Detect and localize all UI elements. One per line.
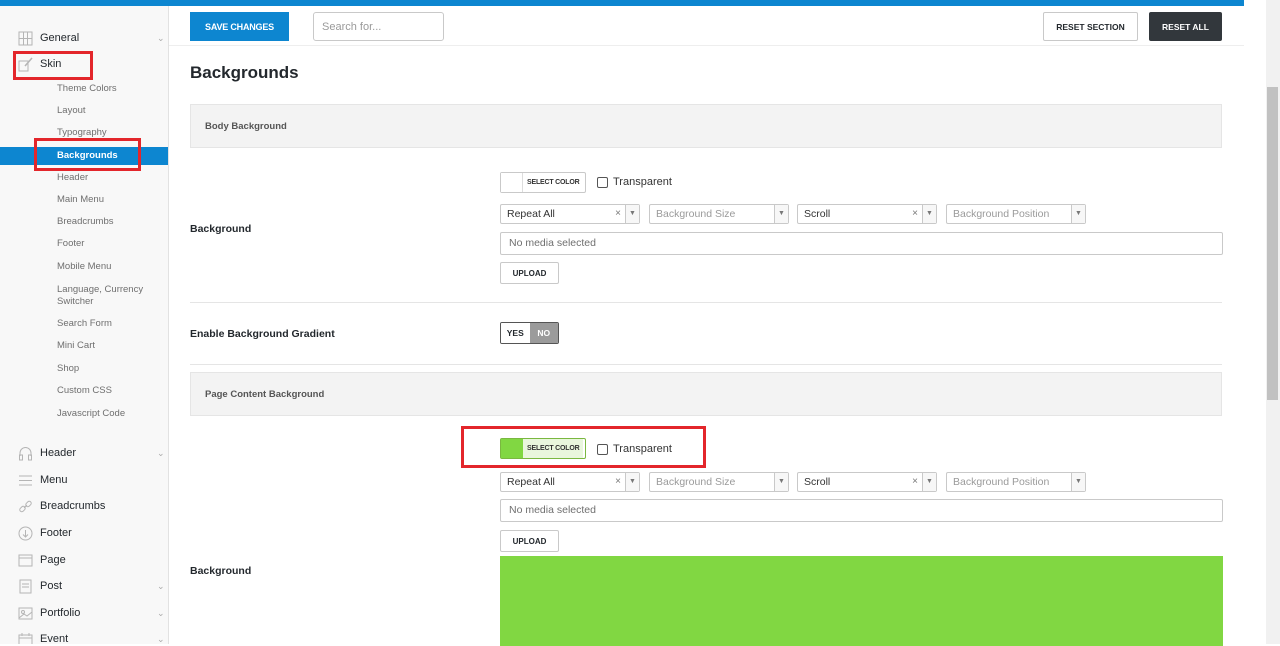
sidebar-item-event[interactable]: Event ⌄	[0, 628, 168, 644]
toggle-yes[interactable]: YES	[501, 323, 530, 343]
sidebar-item-header[interactable]: Header ⌄	[0, 442, 168, 464]
chevron-down-icon: ⌄	[157, 447, 165, 458]
dropdown-arrow-icon: ▼	[922, 473, 936, 491]
dropdown-arrow-icon: ▼	[1071, 205, 1085, 223]
body-attachment-select[interactable]: Scroll × ▼	[797, 204, 937, 224]
options-sidebar: General ⌄ Skin Theme Colors Layout Typog…	[0, 6, 169, 644]
grid-icon	[18, 31, 33, 45]
content-attachment-select[interactable]: Scroll × ▼	[797, 472, 937, 492]
sidebar-item-general[interactable]: General ⌄	[0, 27, 168, 49]
headphones-icon	[19, 446, 32, 460]
image-icon	[18, 607, 33, 619]
menu-icon	[19, 475, 32, 485]
dropdown-arrow-icon: ▼	[625, 473, 639, 491]
body-transparent-checkbox[interactable]: Transparent	[597, 176, 672, 188]
clear-icon[interactable]: ×	[912, 208, 918, 219]
chevron-down-icon: ⌄	[157, 32, 165, 43]
section-header-page-content-background: Page Content Background	[190, 372, 1222, 416]
body-select-color-button[interactable]: SELECT COLOR	[500, 172, 586, 193]
sidebar-item-post[interactable]: Post ⌄	[0, 575, 168, 597]
toolbar: SAVE CHANGES RESET SECTION RESET ALL	[169, 6, 1244, 46]
page-icon	[18, 554, 33, 566]
dropdown-arrow-icon: ▼	[774, 473, 788, 491]
sidebar-item-label: Header	[40, 447, 77, 459]
sidebar-item-label: Event	[40, 633, 69, 644]
sidebar-item-label: Post	[40, 580, 63, 592]
reset-section-button[interactable]: RESET SECTION	[1043, 12, 1138, 41]
link-icon	[19, 500, 32, 512]
highlight-box-backgrounds	[34, 138, 141, 171]
sidebar-item-footer[interactable]: Footer	[0, 522, 168, 544]
highlight-box-select-color	[461, 426, 706, 468]
chevron-down-icon: ⌄	[157, 580, 165, 591]
scrollbar-thumb[interactable]	[1267, 87, 1278, 400]
body-position-select[interactable]: Background Position ▼	[946, 204, 1086, 224]
sidebar-item-label: Menu	[40, 474, 68, 486]
download-circle-icon	[18, 526, 33, 540]
content-size-select[interactable]: Background Size ▼	[649, 472, 789, 492]
content-upload-button[interactable]: UPLOAD	[500, 530, 559, 552]
body-media-field[interactable]: No media selected	[500, 232, 1223, 255]
chevron-down-icon: ⌄	[157, 633, 165, 644]
content-repeat-select[interactable]: Repeat All × ▼	[500, 472, 640, 492]
checkbox-box[interactable]	[597, 176, 608, 188]
sidebar-item-page[interactable]: Page	[0, 549, 168, 571]
clear-icon[interactable]: ×	[615, 208, 621, 219]
select-color-label: SELECT COLOR	[527, 179, 580, 186]
content-background-label: Background	[190, 565, 252, 577]
sidebar-item-label: General	[40, 32, 80, 44]
divider	[190, 364, 1222, 365]
sidebar-item-label: Footer	[40, 527, 72, 539]
sidebar-item-label: Page	[40, 554, 66, 566]
toggle-no[interactable]: NO	[529, 323, 558, 343]
calendar-icon	[18, 632, 33, 644]
divider	[190, 302, 1222, 303]
content-media-field[interactable]: No media selected	[500, 499, 1223, 522]
clear-icon[interactable]: ×	[615, 476, 621, 487]
content-position-select[interactable]: Background Position ▼	[946, 472, 1086, 492]
dropdown-arrow-icon: ▼	[625, 205, 639, 223]
body-repeat-select[interactable]: Repeat All × ▼	[500, 204, 640, 224]
body-background-label: Background	[190, 223, 252, 235]
search-input[interactable]	[313, 12, 444, 41]
gradient-label: Enable Background Gradient	[190, 328, 335, 340]
dropdown-arrow-icon: ▼	[774, 205, 788, 223]
chevron-down-icon: ⌄	[157, 607, 165, 618]
sidebar-item-label: Portfolio	[40, 607, 81, 619]
post-icon	[19, 579, 32, 593]
reset-all-button[interactable]: RESET ALL	[1149, 12, 1222, 41]
gradient-toggle[interactable]: YES NO	[500, 322, 559, 344]
background-color-preview	[500, 556, 1223, 646]
main-panel: SAVE CHANGES RESET SECTION RESET ALL Bac…	[169, 6, 1244, 646]
page-title: Backgrounds	[190, 63, 299, 82]
sidebar-item-menu[interactable]: Menu	[0, 469, 168, 491]
sidebar-item-breadcrumbs[interactable]: Breadcrumbs	[0, 495, 168, 517]
color-swatch	[501, 173, 523, 192]
highlight-box-skin	[13, 51, 93, 80]
dropdown-arrow-icon: ▼	[1071, 473, 1085, 491]
sidebar-item-portfolio[interactable]: Portfolio ⌄	[0, 602, 168, 624]
clear-icon[interactable]: ×	[912, 476, 918, 487]
section-header-body-background: Body Background	[190, 104, 1222, 148]
dropdown-arrow-icon: ▼	[922, 205, 936, 223]
sidebar-item-label: Breadcrumbs	[40, 500, 106, 512]
save-changes-button[interactable]: SAVE CHANGES	[190, 12, 289, 41]
body-upload-button[interactable]: UPLOAD	[500, 262, 559, 284]
body-size-select[interactable]: Background Size ▼	[649, 204, 789, 224]
